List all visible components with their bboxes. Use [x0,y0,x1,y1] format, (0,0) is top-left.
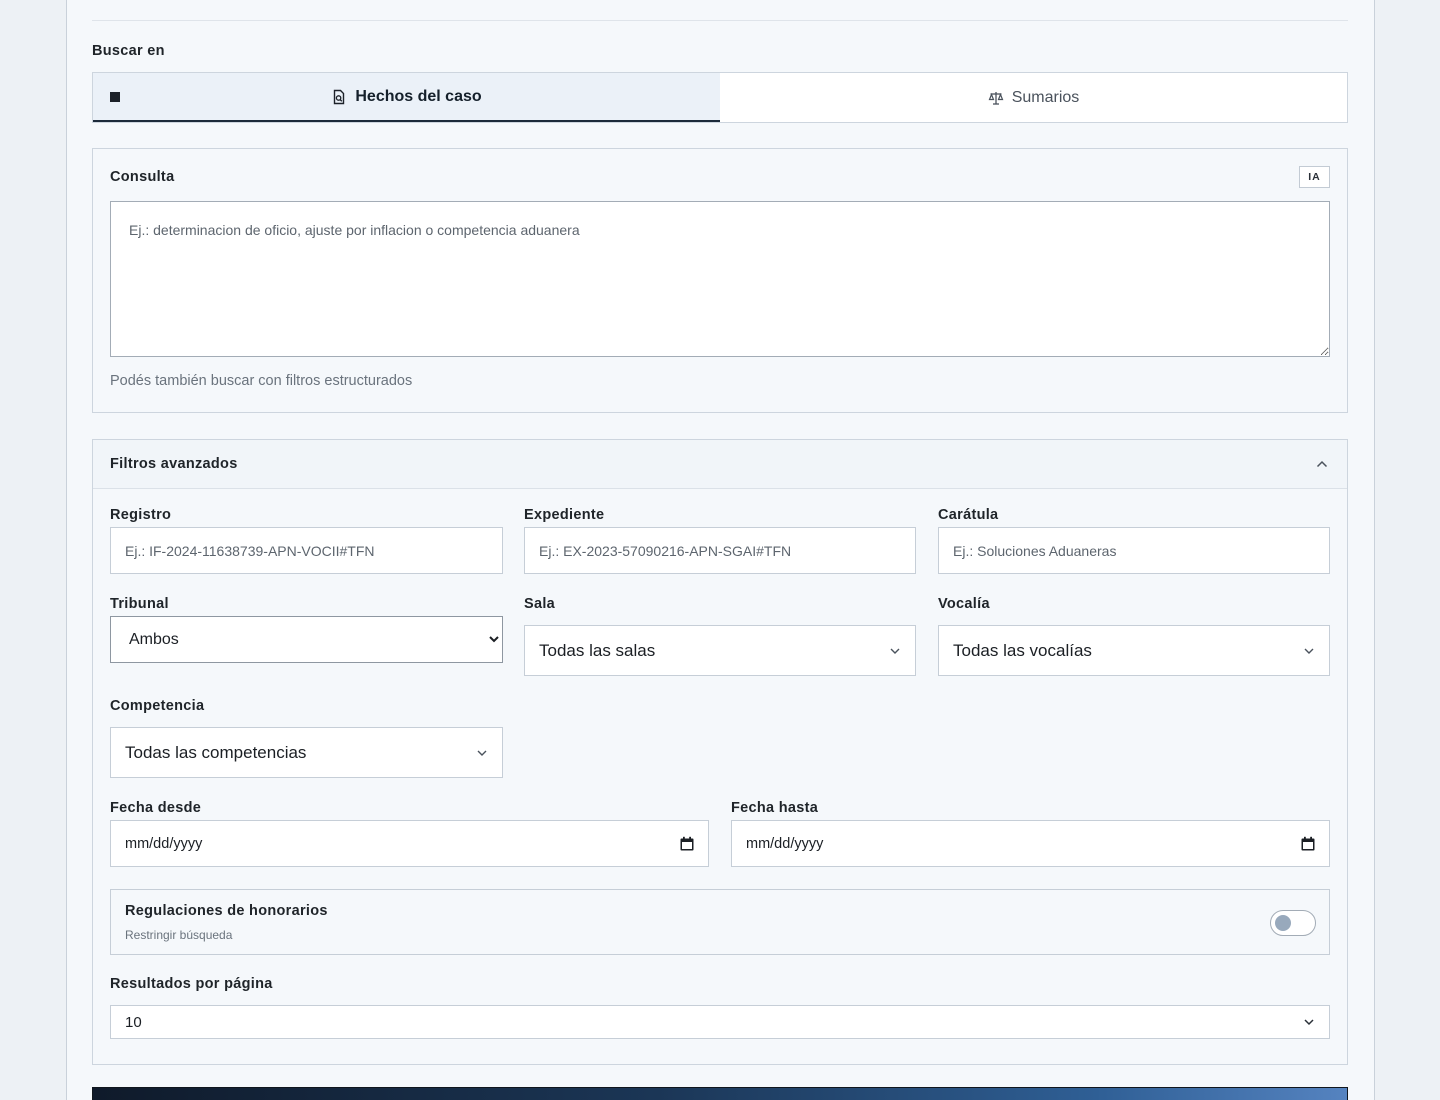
fecha-desde-input[interactable]: mm/dd/yyyy [110,820,709,867]
tab-selected-marker [110,92,120,102]
advanced-filters-title: Filtros avanzados [110,456,238,472]
tribunal-label: Tribunal [110,596,169,612]
tab-hechos-del-caso[interactable]: Hechos del caso [93,73,720,122]
fecha-hasta-label: Fecha hasta [731,800,819,816]
calendar-icon[interactable] [1300,836,1316,852]
fecha-hasta-input[interactable]: mm/dd/yyyy [731,820,1330,867]
honorarios-title: Regulaciones de honorarios [125,903,328,919]
scales-icon [988,91,1004,105]
query-textarea[interactable] [110,201,1330,357]
search-button-bar[interactable] [92,1087,1348,1100]
sala-value: Todas las salas [539,640,656,660]
resultados-label: Resultados por página [110,976,273,992]
honorarios-subtitle: Restringir búsqueda [125,928,233,942]
ia-badge[interactable]: IA [1299,166,1330,188]
fecha-desde-label: Fecha desde [110,800,202,816]
document-search-icon [334,89,345,104]
fecha-desde-value: mm/dd/yyyy [125,835,203,852]
sala-label: Sala [524,596,556,612]
chevron-down-icon [1304,648,1314,654]
advanced-filters-header[interactable]: Filtros avanzados [93,440,1347,489]
chevron-down-icon [477,750,487,756]
registro-input[interactable] [110,527,503,574]
query-label: Consulta [110,169,175,185]
tab-label: Sumarios [1011,88,1080,106]
search-in-tabs: Hechos del caso Sumarios [92,72,1348,123]
expediente-label: Expediente [524,507,605,523]
toggle-knob [1275,915,1291,931]
vocalia-label: Vocalía [938,596,990,612]
query-hint: Podés también buscar con filtros estruct… [110,373,413,389]
competencia-value: Todas las competencias [125,742,307,762]
expediente-input[interactable] [524,527,916,574]
competencia-label: Competencia [110,698,205,714]
fecha-hasta-value: mm/dd/yyyy [746,835,824,852]
chevron-down-icon [1304,1019,1314,1026]
competencia-select[interactable]: Todas las competencias [110,727,503,778]
chevron-up-icon [1316,460,1328,468]
search-in-label: Buscar en [92,43,165,59]
tab-label: Hechos del caso [355,87,482,105]
query-section: Consulta IA Podés también buscar con fil… [92,148,1348,413]
caratula-label: Carátula [938,507,999,523]
tab-sumarios[interactable]: Sumarios [720,73,1347,122]
divider [92,20,1348,21]
advanced-filters: Filtros avanzados Registro Expediente Ca… [92,439,1348,1065]
resultados-value: 10 [125,1013,142,1031]
calendar-icon[interactable] [679,836,695,852]
sala-select[interactable]: Todas las salas [524,625,916,676]
vocalia-value: Todas las vocalías [953,640,1092,660]
tribunal-select[interactable]: Ambos [110,616,503,663]
registro-label: Registro [110,507,172,523]
resultados-select[interactable]: 10 [110,1005,1330,1039]
caratula-input[interactable] [938,527,1330,574]
honorarios-toggle-row: Regulaciones de honorarios Restringir bú… [110,889,1330,955]
honorarios-toggle[interactable] [1270,910,1316,936]
vocalia-select[interactable]: Todas las vocalías [938,625,1330,676]
chevron-down-icon [890,648,900,654]
